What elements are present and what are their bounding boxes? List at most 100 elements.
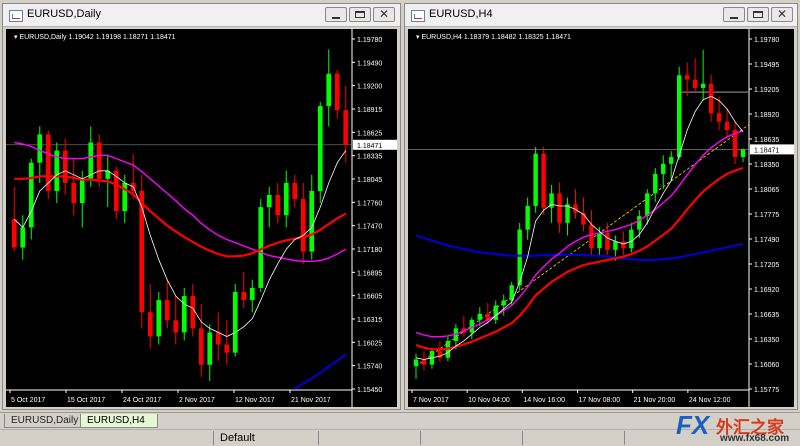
price-chart-daily[interactable]: ▾ EURUSD,Daily 1.19042 1.19198 1.18271 1… [6,29,397,407]
candle-body [156,300,162,337]
candle-body [241,292,247,301]
tab-eurusd-h4[interactable]: EURUSD,H4 [80,414,158,428]
candle-body [716,113,722,122]
candle-body [477,313,482,320]
status-separator [522,431,523,445]
candle-body [207,332,213,365]
price-chart-h4[interactable]: ▾ EURUSD,H4 1.18379 1.18482 1.18325 1.18… [408,29,794,407]
time-tick-label: 14 Nov 16:00 [523,397,565,404]
time-tick-label: 2 Nov 2017 [179,397,215,404]
candle-body [326,73,332,107]
candle-body [700,83,706,88]
candle-body [621,241,626,249]
price-tick-label: 1.17775 [754,212,779,219]
price-tick-label: 1.19205 [754,87,779,94]
candle-body [677,75,682,158]
chart-canvas[interactable]: ▾ EURUSD,H4 1.18379 1.18482 1.18325 1.18… [408,29,794,407]
candle-body [541,153,546,208]
price-tick-label: 1.19200 [357,84,382,91]
candle-body [684,75,690,80]
time-tick-label: 21 Nov 20:00 [634,397,676,404]
minimize-icon [730,17,738,19]
chart-window-daily[interactable]: EURUSD,Daily ✕ ▾ EURUSD,Daily 1.19042 1.… [2,3,401,410]
candle-body [613,241,618,250]
candle-body [309,190,315,252]
minimize-button[interactable] [325,7,347,22]
candle-body [71,182,77,204]
restore-button[interactable] [747,7,769,22]
candle-body [88,142,94,179]
close-button[interactable]: ✕ [373,7,395,22]
status-separator [624,431,625,445]
candle-body [232,292,238,353]
watermark: FX 外汇之家 www.fx68.com [676,410,800,445]
price-tick-label: 1.15775 [754,387,779,394]
price-tick-label: 1.15450 [357,387,382,394]
close-button[interactable]: ✕ [771,7,793,22]
candle-body [597,232,602,249]
price-tick-label: 1.18920 [754,112,779,119]
window-titlebar[interactable]: EURUSD,H4 ✕ [405,4,797,27]
price-tick-label: 1.17760 [357,200,382,207]
price-tick-label: 1.18915 [357,107,382,114]
price-tick-label: 1.18335 [357,154,382,161]
ma-blue-line [294,353,347,390]
close-icon: ✕ [378,7,390,21]
price-tick-label: 1.19490 [357,60,382,67]
candle-body [164,300,170,321]
chart-window-icon [411,10,425,22]
window-title: EURUSD,H4 [429,8,493,20]
candle-body [629,229,634,249]
profile-status: Default [220,432,255,444]
candle-body [334,73,340,111]
candle-body [637,216,642,230]
time-tick-label: 24 Oct 2017 [123,397,161,404]
price-tick-label: 1.18625 [357,130,382,137]
price-tick-label: 1.16920 [754,287,779,294]
candle-body [589,224,594,249]
candle-body [292,182,298,200]
time-tick-label: 24 Nov 12:00 [689,397,731,404]
price-tick-label: 1.16315 [357,317,382,324]
candle-body [198,328,204,365]
price-tick-label: 1.17205 [754,262,779,269]
candle-body [275,195,281,216]
candle-body [266,195,272,208]
minimize-button[interactable] [723,7,745,22]
candle-body [525,205,530,230]
price-tick-label: 1.17470 [357,224,382,231]
candle-body [224,344,230,353]
close-icon: ✕ [776,7,788,21]
price-tick-label: 1.17180 [357,247,382,254]
candle-body [283,182,289,216]
candle-body [147,312,153,337]
chart-window-h4[interactable]: EURUSD,H4 ✕ ▾ EURUSD,H4 1.18379 1.18482 … [404,3,798,410]
candle-body [645,193,650,217]
price-tick-label: 1.16350 [754,337,779,344]
chart-canvas[interactable]: ▾ EURUSD,Daily 1.19042 1.19198 1.18271 1… [6,29,397,407]
tab-eurusd-daily[interactable]: EURUSD,Daily [4,414,82,428]
window-titlebar[interactable]: EURUSD,Daily ✕ [3,4,400,27]
candle-body [533,153,538,206]
price-tick-label: 1.18350 [754,162,779,169]
candle-body [300,199,306,252]
ma-magenta-line [415,130,744,338]
price-tick-label: 1.16025 [357,340,382,347]
price-tick-label: 1.16060 [754,362,779,369]
candle-body [413,359,419,367]
status-separator [420,431,421,445]
time-tick-label: 21 Nov 2017 [291,397,331,404]
candle-body [343,110,349,145]
restore-button[interactable] [349,7,371,22]
candle-body [669,157,674,164]
time-tick-label: 7 Nov 2017 [413,397,449,404]
candle-body [724,121,730,131]
candle-body [605,232,610,250]
chart-header: ▾ EURUSD,Daily 1.19042 1.19198 1.18271 1… [14,34,176,41]
chart-window-icon [9,10,23,22]
candle-body [62,150,68,183]
current-price-label: 1.18471 [754,147,779,154]
candle-body [249,287,255,301]
ma-white-line [415,95,744,360]
ma-red-line [415,166,744,351]
